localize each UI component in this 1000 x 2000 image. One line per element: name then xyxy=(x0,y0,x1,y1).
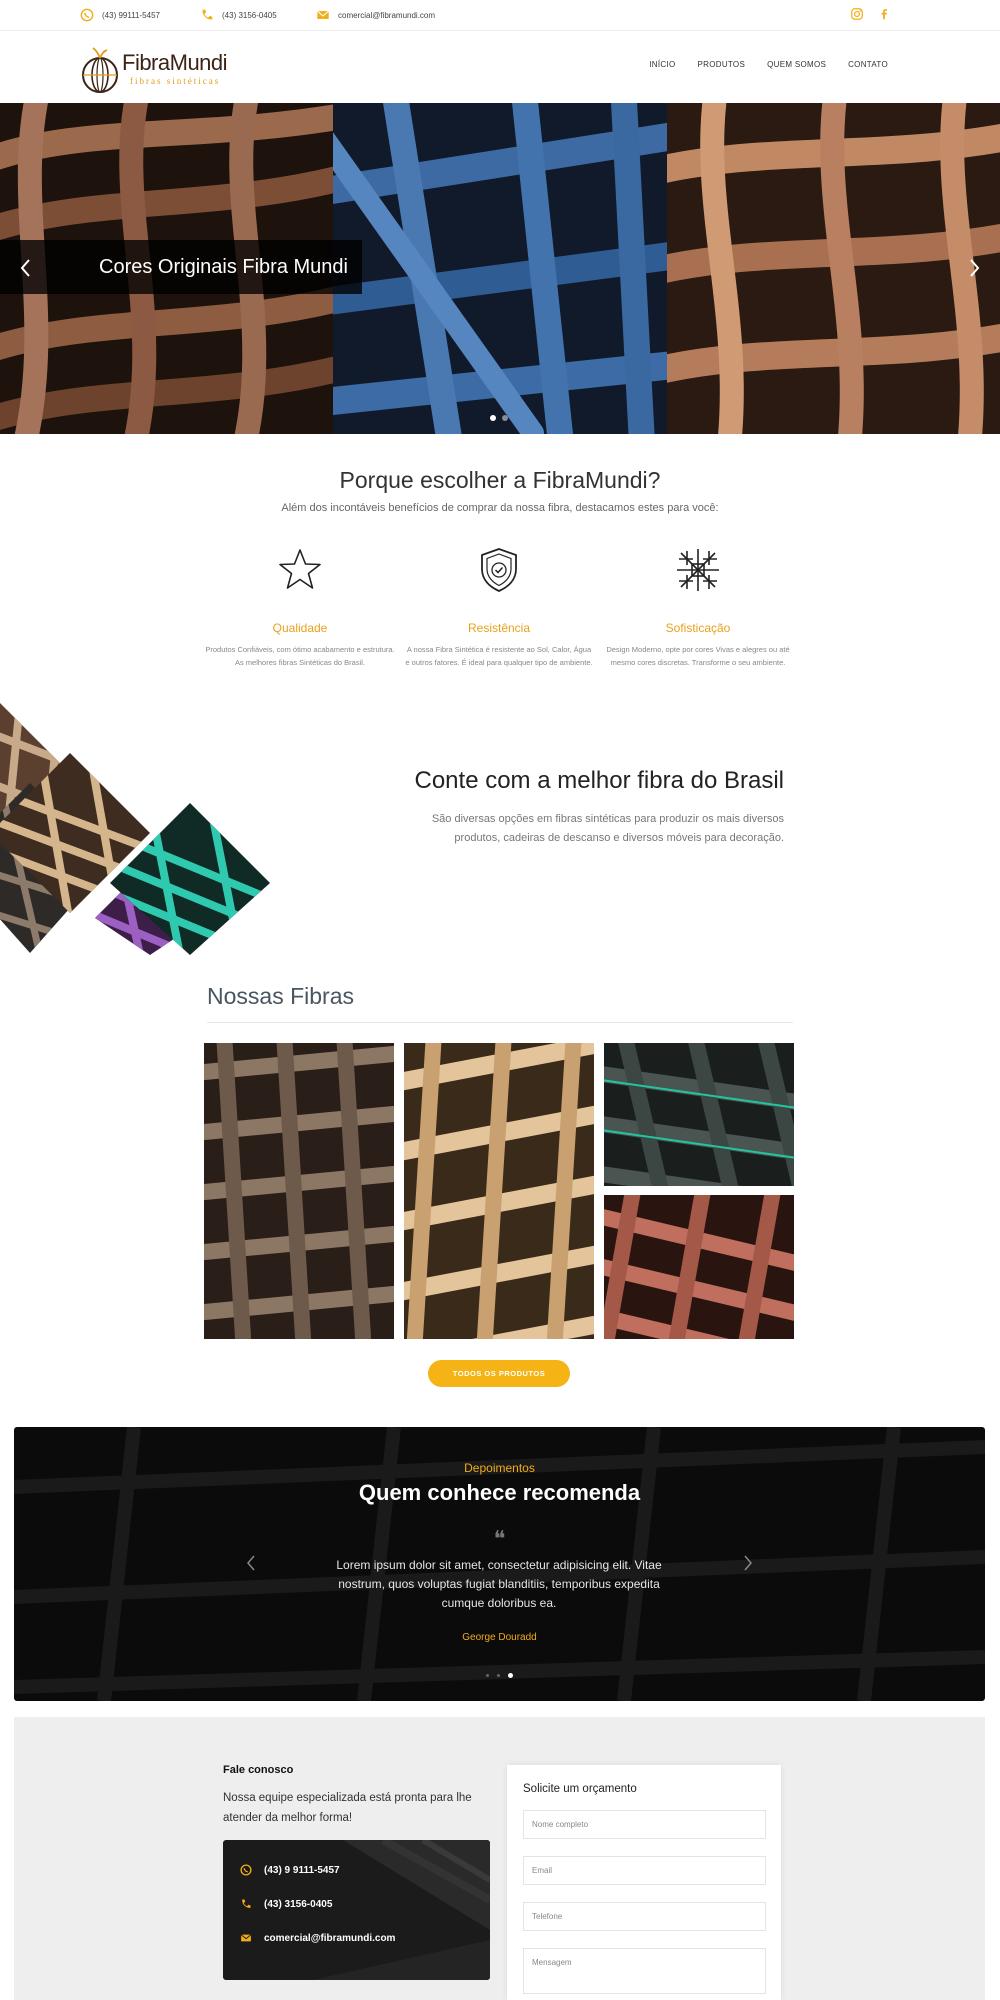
feature-sofisticacao: Sofisticação Design Moderno, opte por co… xyxy=(603,545,793,669)
contact-info-card: (43) 9 9111-5457 (43) 3156-0405 comercia… xyxy=(223,1840,490,1980)
feature-title-resistencia: Resistência xyxy=(467,621,531,635)
topbar-phone[interactable]: (43) 3156-0405 xyxy=(200,8,277,22)
testimonials-prev-arrow-icon[interactable] xyxy=(244,1554,258,1572)
fiber-image-copper[interactable] xyxy=(604,1195,794,1339)
topbar-whatsapp-text: (43) 99111-5457 xyxy=(102,10,160,20)
feature-resistencia: Resistência A nossa Fibra Sintética é re… xyxy=(404,545,594,669)
feature-text-sofisticacao: Design Moderno, opte por cores Vivas e a… xyxy=(606,645,790,667)
quote-form: Solicite um orçamento Nome completo Emai… xyxy=(507,1765,781,2000)
testimonials-title: Quem conhece recomenda xyxy=(358,1480,641,1505)
logo-tagline: fibras sintéticas xyxy=(130,76,221,86)
nav-produtos[interactable]: PRODUTOS xyxy=(698,60,746,69)
envelope-icon xyxy=(316,10,330,19)
feature-text-qualidade: Produtos Confiáveis, com ótimo acabament… xyxy=(205,645,395,667)
quote-form-title: Solicite um orçamento xyxy=(523,1783,637,1795)
contact-title: Fale conosco xyxy=(223,1764,294,1776)
testimonials-label: Depoimentos xyxy=(464,1461,535,1475)
why-title: Porque escolher a FibraMundi? xyxy=(339,467,661,493)
hero-dot-1[interactable] xyxy=(490,415,496,421)
nossas-fibras-title: Nossas Fibras xyxy=(207,983,354,1009)
testimonial-author: George Douradd xyxy=(462,1632,537,1643)
hero-caption: Cores Originais Fibra Mundi xyxy=(0,240,362,294)
top-bar: (43) 99111-5457 (43) 3156-0405 comercial… xyxy=(0,0,1000,31)
testimonials-dot-2[interactable] xyxy=(497,1674,500,1677)
contact-whatsapp[interactable]: (43) 9 9111-5457 xyxy=(240,1864,340,1876)
contact-whatsapp-text: (43) 9 9111-5457 xyxy=(264,1864,340,1876)
feature-text-resistencia: A nossa Fibra Sintética é resistente ao … xyxy=(405,645,593,667)
phone-icon xyxy=(202,9,213,20)
logo-globe-icon xyxy=(82,47,118,93)
why-subtitle: Além dos incontáveis benefícios de compr… xyxy=(281,502,719,514)
star-icon xyxy=(279,549,321,589)
feature-title-qualidade: Qualidade xyxy=(272,621,328,635)
feature-qualidade: Qualidade Produtos Confiáveis, com ótimo… xyxy=(205,545,395,669)
fiber-image-dark-brown[interactable] xyxy=(204,1043,394,1339)
logo[interactable]: FibraMundi fibras sintéticas xyxy=(80,40,240,96)
envelope-icon xyxy=(240,1934,252,1942)
fiber-image-cream[interactable] xyxy=(404,1043,594,1339)
conte-title: Conte com a melhor fibra do Brasil xyxy=(414,767,785,794)
conte-text: São diversas opções em fibras sintéticas… xyxy=(431,813,784,844)
topbar-email-text: comercial@fibramundi.com xyxy=(338,10,436,20)
message-field[interactable]: Mensagem xyxy=(523,1948,766,1994)
topbar-email[interactable]: comercial@fibramundi.com xyxy=(316,8,435,22)
hero-slider: Cores Originais Fibra Mundi xyxy=(0,103,1000,434)
main-nav: INÍCIO PRODUTOS QUEM SOMOS CONTATO xyxy=(649,60,888,69)
hero-next-arrow-icon[interactable] xyxy=(964,257,984,279)
phone-icon xyxy=(242,1899,251,1908)
testimonials-dot-3[interactable] xyxy=(508,1673,513,1678)
hero-dot-2[interactable] xyxy=(502,415,508,421)
hero-dots xyxy=(490,415,508,421)
fiber-image-green[interactable] xyxy=(604,1043,794,1186)
facebook-icon[interactable] xyxy=(877,7,891,21)
nav-inicio[interactable]: INÍCIO xyxy=(649,60,675,69)
contact-email-text: comercial@fibramundi.com xyxy=(264,1932,396,1944)
topbar-phone-text: (43) 3156-0405 xyxy=(222,10,277,20)
contact-email[interactable]: comercial@fibramundi.com xyxy=(240,1932,395,1944)
all-products-button[interactable]: TODOS OS PRODUTOS xyxy=(428,1360,570,1387)
email-field[interactable]: Email xyxy=(523,1856,766,1885)
testimonials-dot-1[interactable] xyxy=(486,1674,489,1677)
contact-phone[interactable]: (43) 3156-0405 xyxy=(240,1898,332,1910)
name-field[interactable]: Nome completo xyxy=(523,1810,766,1839)
nav-quem-somos[interactable]: QUEM SOMOS xyxy=(767,60,826,69)
shield-check-icon xyxy=(481,548,517,592)
contact-text: Nossa equipe especializada está pronta p… xyxy=(223,1792,472,1824)
fiber-diamonds-image xyxy=(0,703,270,955)
contact-phone-text: (43) 3156-0405 xyxy=(264,1898,333,1910)
site-header: FibraMundi fibras sintéticas INÍCIO PROD… xyxy=(0,31,1000,103)
nav-contato[interactable]: CONTATO xyxy=(848,60,888,69)
hero-image-copper xyxy=(667,103,1000,434)
whatsapp-icon xyxy=(240,1864,252,1876)
contact-card-background xyxy=(313,1840,490,1980)
whatsapp-icon xyxy=(80,8,94,22)
logo-name: FibraMundi xyxy=(122,50,228,75)
testimonials-section: Depoimentos Quem conhece recomenda ❝ Lor… xyxy=(14,1427,985,1701)
feature-title-sofisticacao: Sofisticação xyxy=(665,621,731,635)
pattern-icon xyxy=(677,549,719,591)
topbar-whatsapp[interactable]: (43) 99111-5457 xyxy=(80,8,160,22)
testimonials-dots xyxy=(486,1673,513,1678)
contact-section: Fale conosco Nossa equipe especializada … xyxy=(14,1717,985,2000)
hero-caption-text: Cores Originais Fibra Mundi xyxy=(99,256,348,278)
hero-prev-arrow-icon[interactable] xyxy=(16,257,36,279)
testimonials-next-arrow-icon[interactable] xyxy=(741,1554,755,1572)
section-divider xyxy=(207,1022,793,1023)
quote-icon: ❝ xyxy=(493,1527,506,1552)
phone-field[interactable]: Telefone xyxy=(523,1902,766,1931)
hero-image-blue xyxy=(333,103,667,434)
testimonial-text: Lorem ipsum dolor sit amet, consectetur … xyxy=(336,1558,662,1610)
instagram-icon[interactable] xyxy=(850,7,864,21)
